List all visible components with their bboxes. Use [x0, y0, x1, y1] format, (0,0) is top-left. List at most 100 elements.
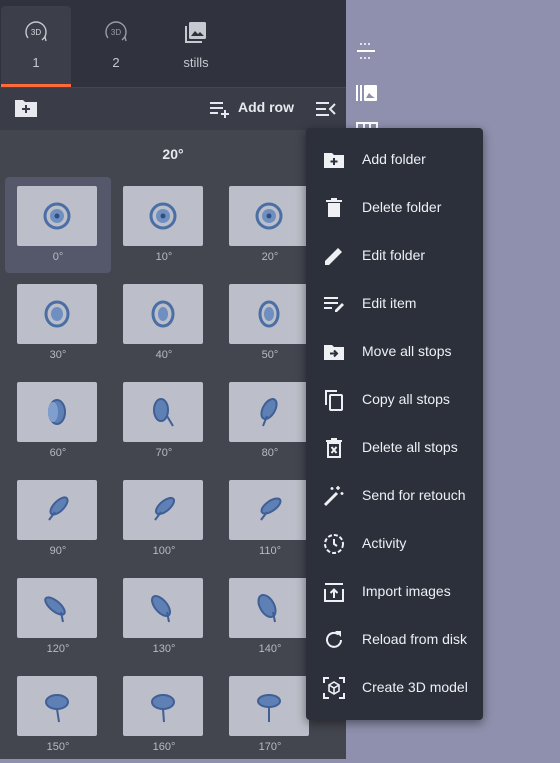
- thumbnail[interactable]: 160°: [111, 667, 217, 763]
- drive-file-move-icon: [324, 345, 344, 360]
- history-icon: [324, 534, 344, 554]
- photo-library-icon: [185, 22, 206, 43]
- menu-item-add-folder[interactable]: Add folder: [306, 136, 483, 184]
- fan-model-image: [151, 595, 171, 623]
- create-new-folder-icon: [324, 153, 344, 168]
- menu-item-label: Edit folder: [362, 247, 426, 263]
- menu-item-label: Reload from disk: [362, 631, 468, 647]
- fan-model-image: [257, 594, 277, 623]
- menu-item-send-for-retouch[interactable]: Send for retouch: [306, 472, 483, 520]
- fan-model-image: [260, 398, 278, 427]
- thumbnail-image: [17, 284, 97, 344]
- left-panel: 3D 1 3D 2 stills Add row 20° 0° 10° 20° …: [0, 0, 346, 759]
- thumbnail-image: [17, 578, 97, 638]
- fan-model-image: [45, 694, 69, 723]
- magic-wand-icon: [323, 486, 344, 507]
- thumbnail-caption: 120°: [46, 643, 70, 655]
- tab-badge: 3D: [31, 28, 41, 37]
- menu-item-edit-folder[interactable]: Edit folder: [306, 232, 483, 280]
- fan-model-image: [260, 497, 282, 521]
- thumbnail-caption: 70°: [155, 447, 173, 459]
- menu-item-move-all-stops[interactable]: Move all stops: [306, 328, 483, 376]
- thumbnail[interactable]: 130°: [111, 569, 217, 665]
- fan-model-image: [151, 300, 175, 328]
- edit-note-icon: [324, 297, 344, 312]
- menu-item-activity[interactable]: Activity: [306, 520, 483, 568]
- tab-stills[interactable]: stills: [161, 6, 231, 87]
- thumbnail[interactable]: 120°: [5, 569, 111, 665]
- fan-model-image: [154, 496, 176, 521]
- thumbnail-image: [229, 578, 309, 638]
- thumbnail-caption: 150°: [46, 741, 70, 753]
- folder-title: 20°: [162, 146, 184, 162]
- tab-3d-2[interactable]: 3D 2: [81, 6, 151, 87]
- add-row-label: Add row: [238, 99, 294, 115]
- fan-model-image: [44, 300, 70, 328]
- fan-model-image: [43, 202, 71, 230]
- thumbnail-caption: 40°: [155, 349, 173, 361]
- menu-item-label: Move all stops: [362, 343, 452, 359]
- thumbnail-caption: 90°: [49, 545, 67, 557]
- fan-model-image: [255, 202, 283, 230]
- thumbnail[interactable]: 60°: [5, 373, 111, 469]
- thumbnail-image: [123, 382, 203, 442]
- fan-model-image: [44, 596, 66, 623]
- thumbnail-image: [229, 480, 309, 540]
- thumbnail[interactable]: 10°: [111, 177, 217, 273]
- thumbnail[interactable]: 30°: [5, 275, 111, 371]
- create-new-folder-icon[interactable]: [14, 97, 38, 119]
- thumbnail[interactable]: 70°: [111, 373, 217, 469]
- thumbnail[interactable]: 0°: [5, 177, 111, 273]
- thumbnail-caption: 130°: [152, 643, 176, 655]
- menu-item-label: Activity: [362, 535, 407, 551]
- fan-model-image: [257, 694, 281, 722]
- refresh-icon: [326, 631, 342, 648]
- menu-item-delete-all-stops[interactable]: Delete all stops: [306, 424, 483, 472]
- menu-item-import-images[interactable]: Import images: [306, 568, 483, 616]
- trash-icon: [326, 198, 342, 217]
- menu-item-label: Send for retouch: [362, 487, 466, 503]
- fan-model-image: [149, 202, 177, 230]
- tab-badge: 3D: [111, 28, 121, 37]
- menu-item-label: Create 3D model: [362, 679, 468, 695]
- thumbnail-image: [17, 676, 97, 736]
- 3d-rotate-icon: 3D: [25, 21, 47, 42]
- tab-bar: 3D 1 3D 2 stills: [0, 0, 346, 87]
- menu-item-edit-item[interactable]: Edit item: [306, 280, 483, 328]
- 3d-box-icon: [323, 677, 345, 699]
- tab-3d-1[interactable]: 3D 1: [1, 6, 71, 87]
- thumbnail[interactable]: 40°: [111, 275, 217, 371]
- fan-model-image: [258, 300, 280, 328]
- tab-label: stills: [183, 55, 209, 70]
- menu-item-copy-all-stops[interactable]: Copy all stops: [306, 376, 483, 424]
- thumbnail-image: [17, 480, 97, 540]
- thumbnail-image: [229, 284, 309, 344]
- menu-open-icon[interactable]: [314, 99, 338, 119]
- delete-sweep-icon: [326, 438, 342, 458]
- menu-item-create-3d-model[interactable]: Create 3D model: [306, 664, 483, 712]
- tab-label: 1: [32, 55, 40, 70]
- menu-item-delete-folder[interactable]: Delete folder: [306, 184, 483, 232]
- thumbnail[interactable]: 100°: [111, 471, 217, 567]
- upload-icon: [324, 583, 344, 602]
- split-view-icon[interactable]: [355, 40, 377, 62]
- gallery-view-icon[interactable]: [355, 83, 379, 103]
- thumbnail-image: [123, 284, 203, 344]
- menu-item-label: Delete folder: [362, 199, 442, 215]
- thumbnail[interactable]: 90°: [5, 471, 111, 567]
- menu-item-reload-from-disk[interactable]: Reload from disk: [306, 616, 483, 664]
- thumbnail-image: [229, 676, 309, 736]
- thumbnail-image: [229, 382, 309, 442]
- copy-icon: [325, 390, 343, 411]
- thumbnail-image: [123, 480, 203, 540]
- menu-item-label: Add folder: [362, 151, 426, 167]
- thumbnail-caption: 0°: [52, 251, 64, 263]
- pencil-icon: [325, 248, 342, 265]
- fan-model-image: [48, 399, 66, 425]
- fan-model-image: [48, 496, 69, 521]
- thumbnail[interactable]: 150°: [5, 667, 111, 763]
- thumbnail-caption: 30°: [49, 349, 67, 361]
- thumbnail-image: [123, 186, 203, 246]
- fan-model-image: [153, 398, 174, 427]
- thumbnail-image: [123, 676, 203, 736]
